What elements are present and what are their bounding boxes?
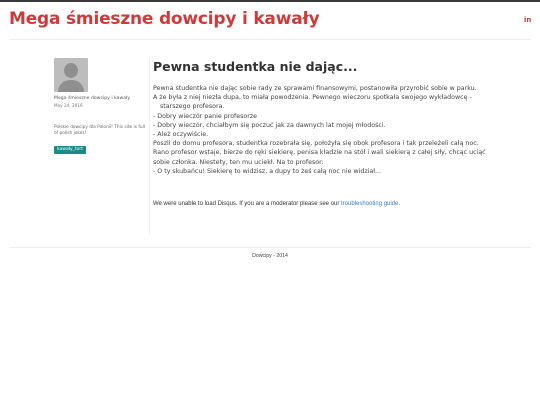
site-title[interactable]: Mega śmieszne dowcipy i kawały (9, 9, 320, 29)
disqus-notice: We were unable to load Disqus. If you ar… (153, 201, 400, 207)
post-line: - Ależ oczywiście. (153, 131, 209, 139)
post-line: starszego profesora. (160, 103, 225, 111)
post-date: May 24, 2016 (54, 103, 83, 108)
disqus-message: We were unable to load Disqus. If you ar… (153, 201, 341, 207)
post-line: - O ty skubańcu! Siekierę to widzisz, a … (153, 167, 382, 175)
footer-text: Dowcipy - 2014 (252, 253, 288, 259)
post-title[interactable]: Pewna studentka nie dając... (153, 59, 357, 74)
post-line: A że była z niej niezła dupa, to miała p… (153, 94, 472, 102)
header-divider (9, 39, 531, 40)
top-bar (0, 0, 540, 2)
author-name[interactable]: Mega śmieszne dowcipy i kawały (54, 96, 130, 101)
disqus-suffix: . (398, 201, 401, 207)
post-line: sobie członka. Niestety, ten mu uciekł. … (153, 158, 324, 166)
post-line: Poszli do domu profesora, studentka roze… (153, 140, 479, 148)
post-line: - Dobry wieczór, chciałbym się poczuć ja… (153, 121, 386, 129)
site-blurb: Polskie dowcipy dla Polonii! This site i… (54, 125, 145, 136)
avatar-head-shape (64, 63, 78, 78)
avatar[interactable] (54, 58, 88, 92)
troubleshooting-link[interactable]: troubleshooting guide (341, 201, 398, 207)
sidebar-divider (149, 58, 150, 234)
post-body: Pewna studentka nie dając sobie rady ze … (153, 84, 493, 176)
post-line: Pewna studentka nie dając sobie rady ze … (153, 85, 477, 92)
footer-divider (9, 247, 531, 248)
linkedin-icon[interactable]: in (524, 16, 531, 24)
tag-badge[interactable]: kawały_tort (54, 146, 87, 154)
avatar-body-shape (58, 80, 84, 92)
post-line: Rano profesor wstaje, bierze do ręki sie… (153, 149, 486, 157)
post-line: - Dobry wieczór panie profesorze (153, 112, 258, 120)
